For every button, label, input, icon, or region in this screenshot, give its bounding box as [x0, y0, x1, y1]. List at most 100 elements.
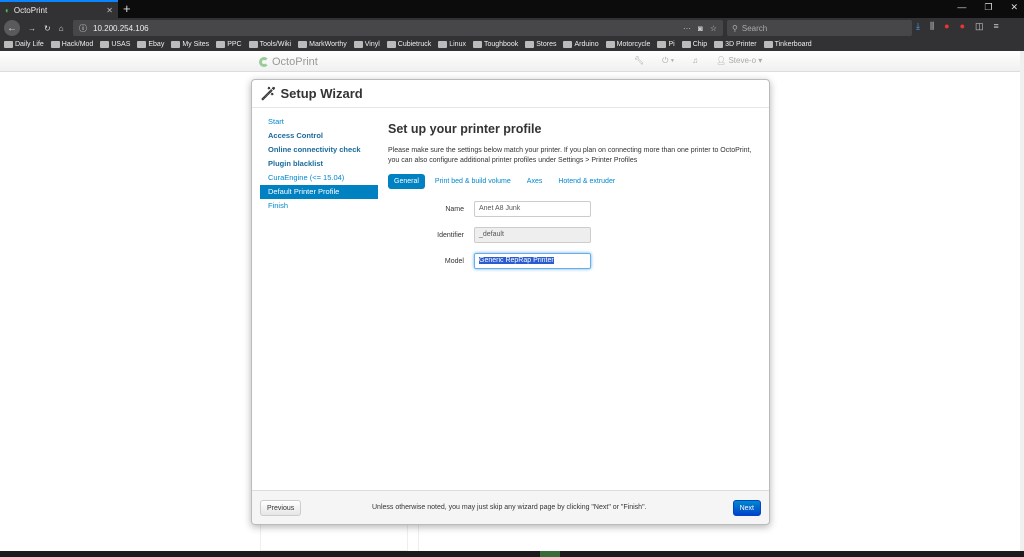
- step-finish[interactable]: Finish: [260, 199, 378, 213]
- model-input[interactable]: Generic RepRap Printer: [474, 253, 591, 269]
- bookmark-label: Toughbook: [483, 41, 519, 48]
- folder-icon: [605, 41, 615, 48]
- folder-icon: [50, 41, 60, 48]
- bookmarks-bar: Daily Life Hack/Mod USAS Ebay My Sites PPC Too…: [0, 38, 1024, 51]
- step-curaengine[interactable]: CuraEngine (<= 15.04): [260, 171, 378, 185]
- bookmark-folder[interactable]: Motorcycle: [605, 41, 651, 48]
- bookmark-folder[interactable]: Linux: [438, 41, 466, 48]
- step-access-control[interactable]: Access Control: [260, 129, 378, 143]
- bookmark-folder[interactable]: Arduino: [563, 41, 599, 48]
- bookmark-label: Hack/Mod: [61, 41, 94, 48]
- bookmark-folder[interactable]: Daily Life: [4, 41, 44, 48]
- notification-bell-icon[interactable]: ♫: [692, 56, 698, 66]
- tab-print-bed[interactable]: Print bed & build volume: [429, 174, 517, 189]
- bookmark-folder[interactable]: Hack/Mod: [50, 41, 94, 48]
- download-icon[interactable]: ⤓: [916, 21, 920, 32]
- menu-icon[interactable]: ≡: [994, 21, 999, 32]
- bookmark-folder[interactable]: 3D Printer: [714, 41, 757, 48]
- browser-tab[interactable]: ◐ OctoPrint ✕: [0, 0, 118, 18]
- restore-icon[interactable]: ❐: [984, 2, 992, 13]
- more-icon[interactable]: ···: [683, 24, 691, 33]
- extension-icon[interactable]: ●: [960, 21, 965, 32]
- dialog-footer: Previous Unless otherwise noted, you may…: [252, 490, 769, 524]
- sidebar-icon[interactable]: ◫: [975, 21, 984, 32]
- octoprint-favicon-icon: ◐: [5, 5, 10, 15]
- bookmark-folder[interactable]: Pi: [657, 41, 675, 48]
- previous-button[interactable]: Previous: [260, 500, 302, 516]
- tab-title: OctoPrint: [13, 5, 48, 15]
- wizard-steps: Start Access Control Online connectivity…: [260, 115, 378, 213]
- octoprint-logo-icon: [259, 57, 269, 67]
- bookmark-folder[interactable]: Stores: [525, 41, 556, 48]
- identifier-label: Identifier: [437, 231, 464, 239]
- brand-text: OctoPrint: [272, 56, 318, 68]
- folder-icon: [563, 41, 573, 48]
- bookmark-folder[interactable]: Toughbook: [472, 41, 519, 48]
- magic-wand-icon: 🪄︎: [260, 85, 277, 101]
- folder-icon: [100, 41, 110, 48]
- home-button[interactable]: ⌂: [59, 24, 64, 33]
- url-bar[interactable]: ⓘ 10.200.254.106 ··· ◙ ☆: [73, 20, 723, 36]
- tab-general[interactable]: General: [388, 174, 425, 189]
- taskbar-app[interactable]: [540, 551, 560, 557]
- bookmark-label: Cubietruck: [397, 41, 432, 48]
- close-tab-icon[interactable]: ✕: [106, 6, 113, 15]
- background-panel: [418, 525, 768, 551]
- search-input[interactable]: ⚲ Search: [727, 20, 912, 36]
- user-menu[interactable]: 👤︎ Steve-o ▾: [716, 56, 762, 66]
- section-heading: Set up your printer profile: [388, 122, 542, 136]
- bookmark-label: PPC: [227, 41, 242, 48]
- step-connectivity-check[interactable]: Online connectivity check: [260, 143, 378, 157]
- setup-wizard-dialog: 🪄︎ Setup Wizard Start Access Control Onli…: [251, 79, 770, 525]
- step-plugin-blacklist[interactable]: Plugin blacklist: [260, 157, 378, 171]
- bookmark-label: USAS: [111, 41, 131, 48]
- close-window-icon[interactable]: ✕: [1010, 2, 1018, 13]
- bookmark-folder[interactable]: Cubietruck: [386, 41, 432, 48]
- bookmark-star-icon[interactable]: ☆: [710, 24, 717, 33]
- power-icon[interactable]: ⏻ ▾: [662, 56, 674, 66]
- user-name: Steve-o: [728, 56, 757, 65]
- new-tab-button[interactable]: +: [123, 1, 131, 16]
- dialog-title: Setup Wizard: [280, 86, 363, 101]
- bookmark-label: Motorcycle: [616, 41, 651, 48]
- bookmark-folder[interactable]: Tinkerboard: [763, 41, 812, 48]
- folder-icon: [216, 41, 226, 48]
- folder-icon: [681, 41, 691, 48]
- bookmark-folder[interactable]: Tools/Wiki: [248, 41, 292, 48]
- tab-axes[interactable]: Axes: [521, 174, 549, 189]
- octoprint-brand[interactable]: OctoPrint: [259, 56, 318, 68]
- folder-icon: [525, 41, 535, 48]
- reload-button[interactable]: ↻: [44, 24, 51, 33]
- library-icon[interactable]: ⫼: [930, 21, 934, 32]
- bookmark-label: Tools/Wiki: [259, 41, 292, 48]
- page-scrollbar[interactable]: [1020, 51, 1024, 551]
- tab-hotend[interactable]: Hotend & extruder: [552, 174, 621, 189]
- bookmark-folder[interactable]: My Sites: [171, 41, 209, 48]
- name-input[interactable]: Anet A8 Junk: [474, 201, 591, 217]
- bookmark-folder[interactable]: MarkWorthy: [298, 41, 347, 48]
- minimize-icon[interactable]: —: [957, 2, 966, 13]
- model-value: Generic RepRap Printer: [479, 257, 554, 264]
- bookmark-folder[interactable]: USAS: [100, 41, 130, 48]
- footer-note: Unless otherwise noted, you may just ski…: [372, 504, 647, 511]
- step-start[interactable]: Start: [260, 115, 378, 129]
- bookmark-label: Pi: [668, 41, 675, 48]
- folder-icon: [763, 41, 773, 48]
- back-button[interactable]: ←: [4, 20, 20, 36]
- settings-wrench-icon[interactable]: 🔧︎: [634, 56, 644, 66]
- url-text: 10.200.254.106: [93, 23, 149, 33]
- bookmark-folder[interactable]: Chip: [681, 41, 707, 48]
- forward-button[interactable]: →: [28, 24, 36, 33]
- bookmark-folder[interactable]: Ebay: [137, 41, 164, 48]
- bookmark-label: Tinkerboard: [774, 41, 812, 48]
- bookmark-folder[interactable]: Vinyl: [353, 41, 380, 48]
- bookmark-label: Linux: [449, 41, 466, 48]
- adblock-icon[interactable]: ●: [944, 21, 949, 32]
- folder-icon: [171, 41, 181, 48]
- bookmark-folder[interactable]: PPC: [216, 41, 242, 48]
- taskbar: [0, 551, 1024, 557]
- next-button[interactable]: Next: [732, 500, 761, 516]
- pocket-icon[interactable]: ◙: [698, 24, 703, 33]
- step-default-printer-profile[interactable]: Default Printer Profile: [260, 185, 378, 199]
- bookmark-label: MarkWorthy: [309, 41, 347, 48]
